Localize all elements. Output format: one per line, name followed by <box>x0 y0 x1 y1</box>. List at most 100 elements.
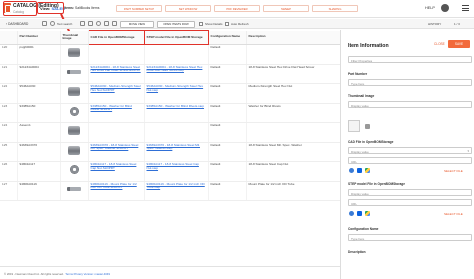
description-cell[interactable] <box>246 44 341 65</box>
description-cell[interactable] <box>246 122 341 143</box>
openbom-logo[interactable] <box>3 3 11 13</box>
row-number[interactable]: 122 <box>0 83 18 104</box>
description-cell[interactable]: Washer for Blind Rivets <box>246 103 341 123</box>
step-file-cell-link[interactable]: 95462A030 - Medium-Strength Steel Hex Nu… <box>147 84 204 92</box>
thumbnail-image-placeholder[interactable] <box>348 120 360 132</box>
avatar[interactable] <box>441 4 449 12</box>
step-file-cell[interactable]: 94639A3370 - 18-8 Stainless Steel Mil. S… <box>144 142 209 162</box>
table-row[interactable]: 126 94804A117 94804A117 - 18-8 Stainless S… <box>0 161 341 182</box>
part-number-cell[interactable]: 94639A3370 <box>17 142 61 162</box>
part-thumbnail-image[interactable] <box>68 145 80 155</box>
refresh-icon[interactable] <box>96 21 101 26</box>
row-number[interactable]: 120 <box>0 44 18 65</box>
cad-file-cell[interactable] <box>88 44 145 65</box>
open-items-row-button[interactable]: OPEN ITEM'S ROW <box>157 20 195 28</box>
cad-select-file-button[interactable]: SELECT FILE <box>444 169 463 173</box>
thumbnail-cell[interactable] <box>60 44 89 65</box>
step-file-cell-link[interactable]: 93385A150 - Washer for Blind Rivets.step <box>147 104 205 108</box>
cloud-upload-icon[interactable] <box>349 168 354 173</box>
cad-file-cell-link[interactable]: 921234A0004 - 18-8 Stainless Steel Hex D… <box>91 65 141 73</box>
part-thumbnail-image[interactable] <box>68 87 80 96</box>
cad-file-cell-link[interactable]: 93385A150 - Washer for Blind Rivets.SLDP… <box>91 104 132 112</box>
text-search-input[interactable]: Text search <box>57 22 72 26</box>
nav-sharing[interactable]: SHARING <box>312 5 358 12</box>
thumbnail-display-value[interactable]: Display value <box>348 101 472 108</box>
row-number[interactable]: 125 <box>0 142 18 162</box>
items-selector[interactable]: Items: SaltBooks Items <box>64 6 99 10</box>
cad-display-value[interactable]: Display value ▾ <box>348 147 472 154</box>
cad-file-cell-link[interactable]: 94806A0116 - Mount Plate for 1/2 inch OD… <box>91 182 137 190</box>
description-cell[interactable]: Medium-Strength Steel Hex Nut <box>246 83 341 104</box>
column-header-cad-file[interactable]: CAD File in OpenBOMStorage <box>87 30 145 45</box>
thumbnail-cell[interactable] <box>60 122 89 143</box>
thumbnail-cell[interactable] <box>60 83 89 104</box>
print-icon[interactable] <box>104 21 109 26</box>
cad-file-cell[interactable]: 94804A117 - 18-8 Stainless Steel Cap Nut… <box>88 161 145 182</box>
row-number[interactable]: 124 <box>0 122 18 143</box>
part-number-cell[interactable]: 93385A150 <box>17 103 61 123</box>
part-number-cell[interactable]: 95462A030 <box>17 83 61 104</box>
thumbnail-cell[interactable] <box>60 142 89 162</box>
google-drive-icon[interactable] <box>365 168 370 173</box>
history-button[interactable]: HISTORY <box>428 22 441 26</box>
filter-properties-input[interactable]: Filter Properties <box>348 56 472 63</box>
step-file-cell-link[interactable]: 94804A117 - 18-8 Stainless Steel Cap Nut… <box>147 162 199 170</box>
part-thumbnail-image[interactable] <box>68 48 80 57</box>
description-cell[interactable]: 18-8 Stainless Steel Cap Nut <box>246 161 341 182</box>
move-view-button[interactable]: MOVE VIEW <box>120 20 154 28</box>
step-file-cell[interactable] <box>144 44 209 65</box>
table-row[interactable]: 122 95462A030 95462A030 - Medium-Strength … <box>0 83 341 104</box>
part-number-cell[interactable]: pspj60001 <box>17 44 61 65</box>
thumbnail-cell[interactable] <box>60 181 89 201</box>
table-row[interactable]: 125 94639A3370 94639A3370 - 18-8 Stainless… <box>0 142 341 162</box>
show-details-checkbox[interactable] <box>199 21 203 26</box>
google-drive-icon[interactable] <box>365 211 370 216</box>
configuration-cell[interactable]: Default <box>208 142 247 162</box>
image-upload-icon[interactable] <box>365 124 370 129</box>
part-thumbnail-image[interactable] <box>67 69 81 74</box>
configuration-cell[interactable]: Default <box>208 103 247 123</box>
step-file-cell[interactable] <box>144 122 209 143</box>
row-number[interactable]: 126 <box>0 161 18 182</box>
column-header-configuration[interactable]: Configuration Name <box>208 30 247 45</box>
configuration-cell[interactable]: Default <box>208 44 247 65</box>
configuration-cell[interactable]: Default <box>208 83 247 104</box>
cad-file-cell[interactable]: 93385A150 - Washer for Blind Rivets.SLDP… <box>88 103 145 123</box>
part-number-cell[interactable]: 921234A0004 <box>17 64 61 84</box>
cad-file-cell[interactable]: 95462A030 - Medium-Strength Steel Hex Nu… <box>88 83 145 104</box>
export-icon[interactable] <box>112 21 117 26</box>
cad-file-cell-link[interactable]: 94639A3370 - 18-8 Stainless Steel Mil. S… <box>91 143 139 151</box>
column-header-step-file[interactable]: STEP model File in OpenBOM Storage <box>143 30 209 45</box>
dropbox-icon[interactable] <box>357 168 362 173</box>
search-icon[interactable] <box>50 21 55 26</box>
step-select-file-button[interactable]: SELECT FILE <box>444 212 463 216</box>
part-thumbnail-image[interactable] <box>68 126 80 135</box>
step-file-cell-link[interactable]: 921234A0004 - 18-8 Stainless Steel Hex D… <box>147 65 203 73</box>
part-number-cell[interactable]: Assem1 <box>17 122 61 143</box>
cad-file-cell-link[interactable]: 94804A117 - 18-8 Stainless Steel Cap Nut… <box>91 162 137 170</box>
part-number-field[interactable]: Type here <box>348 79 472 86</box>
cad-file-cell-link[interactable]: 95462A030 - Medium-Strength Steel Hex Nu… <box>91 84 141 92</box>
part-thumbnail-image[interactable] <box>67 186 81 191</box>
step-file-cell[interactable]: 94806A0116 - Mount Plate for 1/2 inch OD… <box>144 181 209 201</box>
configuration-cell[interactable]: Default <box>208 122 247 143</box>
save-button[interactable]: SAVE <box>448 40 470 48</box>
part-thumbnail-image[interactable] <box>69 165 79 174</box>
table-row[interactable]: 123 93385A150 93385A150 - Washer for Blind… <box>0 103 341 123</box>
view-selector[interactable]: View: SALES <box>40 6 65 11</box>
configuration-cell[interactable]: Default <box>208 64 247 84</box>
cad-file-cell[interactable]: 94806A0116 - Mount Plate for 1/2 inch OD… <box>88 181 145 201</box>
description-cell[interactable]: 18-8 Stainless Steel Hex Drive Flat Head… <box>246 64 341 84</box>
dashboard-button[interactable]: ‹ DASHBOARD <box>3 21 31 28</box>
column-header-description[interactable]: Description <box>246 30 341 45</box>
step-file-cell[interactable]: 94804A117 - 18-8 Stainless Steel Cap Nut… <box>144 161 209 182</box>
table-row[interactable]: 120 pspj60001 Default <box>0 44 341 65</box>
table-row[interactable]: 121 921234A0004 921234A0004 - 18-8 Stainle… <box>0 64 341 84</box>
help-menu[interactable]: HELP <box>425 6 435 10</box>
description-cell[interactable]: 18-8 Stainless Steel Mil. Spec. Washer <box>246 142 341 162</box>
nav-sweep[interactable]: SWEEP <box>263 5 309 12</box>
step-file-cell[interactable]: 93385A150 - Washer for Blind Rivets.step <box>144 103 209 123</box>
part-number-cell[interactable]: 94804A117 <box>17 161 61 182</box>
cad-file-cell[interactable] <box>88 122 145 143</box>
configuration-cell[interactable]: Default <box>208 161 247 182</box>
